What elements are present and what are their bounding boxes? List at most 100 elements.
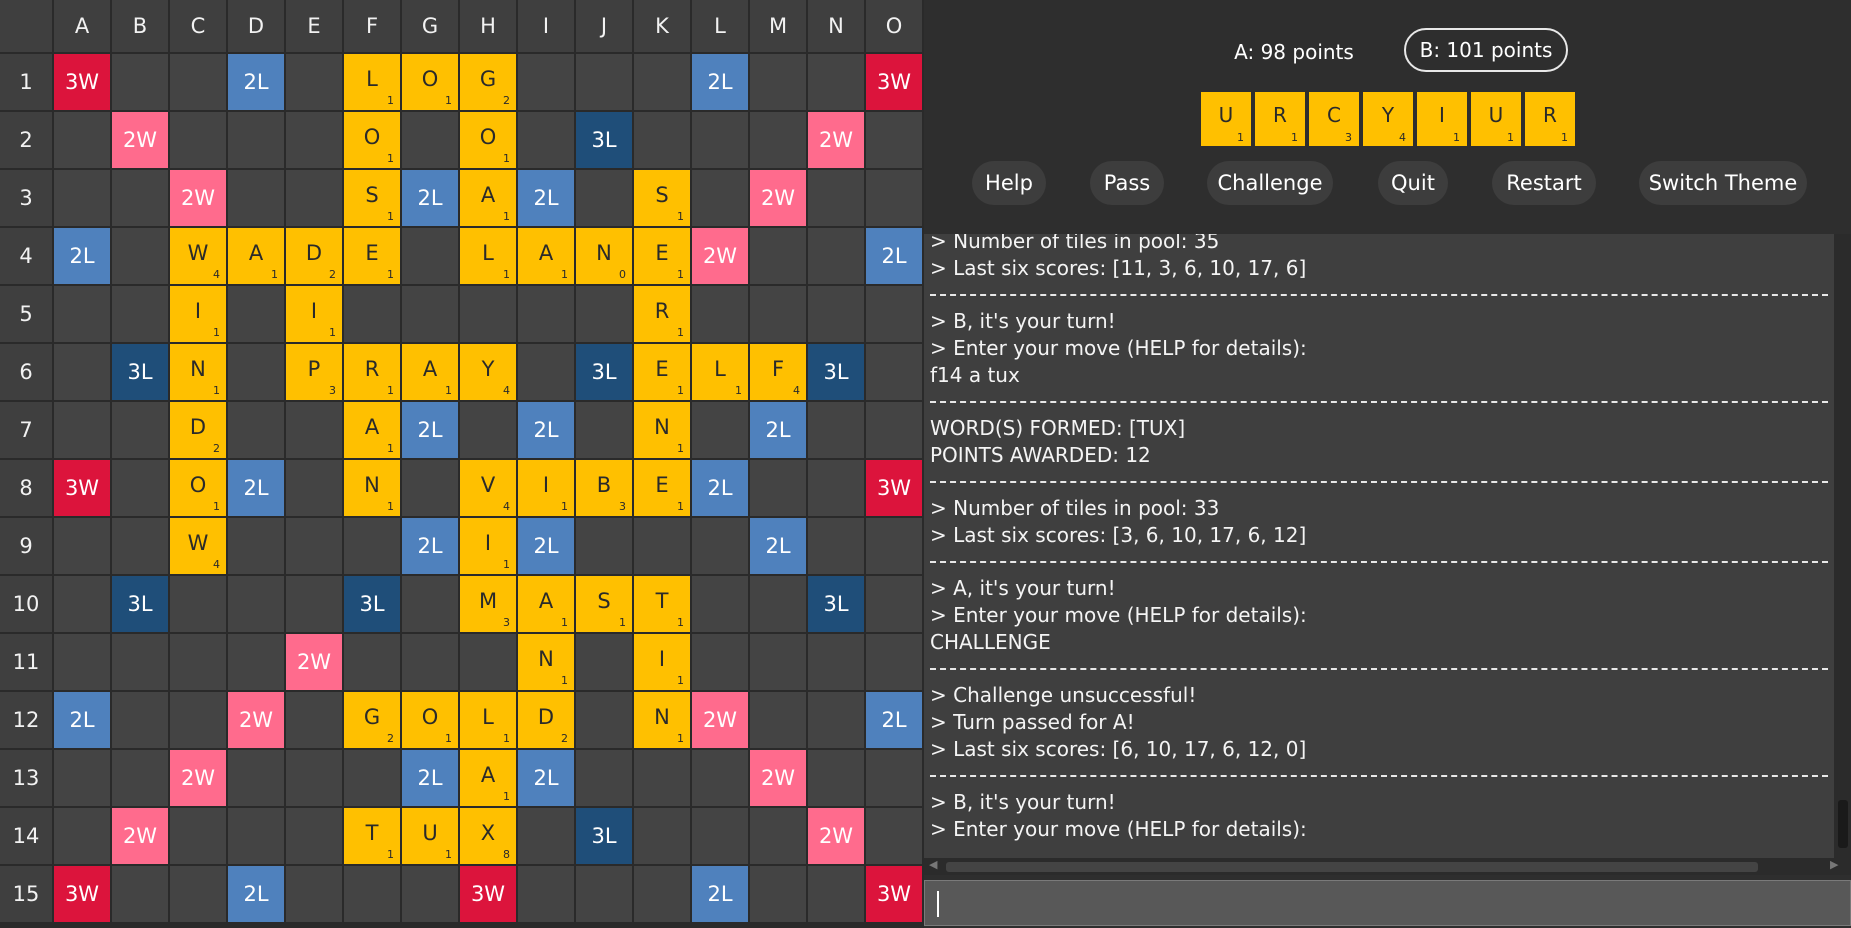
letter-tile[interactable]: L1 (344, 54, 400, 110)
premium-square-2l[interactable]: 2L (518, 518, 574, 574)
board-square[interactable] (54, 286, 110, 342)
rack-tile[interactable]: U1 (1471, 92, 1521, 146)
board-square[interactable] (286, 170, 342, 226)
letter-tile[interactable]: V4 (460, 460, 516, 516)
letter-tile[interactable]: M3 (460, 576, 516, 632)
board-square[interactable] (808, 54, 864, 110)
letter-tile[interactable]: G2 (460, 54, 516, 110)
premium-square-2w[interactable]: 2W (112, 112, 168, 168)
premium-square-2w[interactable]: 2W (170, 170, 226, 226)
premium-square-3l[interactable]: 3L (112, 344, 168, 400)
letter-tile[interactable]: T1 (344, 808, 400, 864)
letter-tile[interactable]: E1 (634, 228, 690, 284)
letter-tile[interactable]: I1 (518, 460, 574, 516)
help-button[interactable]: Help (972, 161, 1046, 205)
premium-square-2w[interactable]: 2W (808, 808, 864, 864)
vertical-scrollbar[interactable] (1834, 234, 1851, 858)
premium-square-2l[interactable]: 2L (692, 460, 748, 516)
premium-square-3l[interactable]: 3L (576, 344, 632, 400)
board-square[interactable] (866, 286, 922, 342)
board-square[interactable] (808, 866, 864, 922)
letter-tile[interactable]: D2 (170, 402, 226, 458)
premium-square-2w[interactable]: 2W (808, 112, 864, 168)
premium-square-2w[interactable]: 2W (750, 750, 806, 806)
letter-tile[interactable]: I1 (460, 518, 516, 574)
premium-square-2w[interactable]: 2W (228, 692, 284, 748)
letter-tile[interactable]: B3 (576, 460, 632, 516)
board-square[interactable] (344, 634, 400, 690)
board-square[interactable] (808, 402, 864, 458)
board-square[interactable] (228, 518, 284, 574)
letter-tile[interactable]: P3 (286, 344, 342, 400)
board-square[interactable] (228, 402, 284, 458)
board-square[interactable] (402, 634, 458, 690)
letter-tile[interactable]: T1 (634, 576, 690, 632)
board-square[interactable] (286, 692, 342, 748)
premium-square-2l[interactable]: 2L (402, 518, 458, 574)
letter-tile[interactable]: A1 (228, 228, 284, 284)
premium-square-2l[interactable]: 2L (518, 402, 574, 458)
premium-square-2l[interactable]: 2L (402, 170, 458, 226)
board-square[interactable] (634, 54, 690, 110)
board-square[interactable] (54, 344, 110, 400)
letter-tile[interactable]: A1 (460, 750, 516, 806)
board-square[interactable] (692, 286, 748, 342)
board-square[interactable] (54, 808, 110, 864)
board-square[interactable] (692, 518, 748, 574)
board-square[interactable] (518, 344, 574, 400)
board-square[interactable] (750, 576, 806, 632)
board-square[interactable] (170, 112, 226, 168)
board-square[interactable] (112, 54, 168, 110)
board-square[interactable] (808, 692, 864, 748)
board-square[interactable] (750, 54, 806, 110)
horizontal-scroll-thumb[interactable] (946, 862, 1758, 872)
rack-tile[interactable]: R1 (1525, 92, 1575, 146)
premium-square-2w[interactable]: 2W (286, 634, 342, 690)
board-square[interactable] (228, 634, 284, 690)
board-square[interactable] (286, 750, 342, 806)
challenge-button[interactable]: Challenge (1207, 161, 1333, 205)
board-square[interactable] (808, 286, 864, 342)
letter-tile[interactable]: W4 (170, 518, 226, 574)
board-square[interactable] (112, 170, 168, 226)
board-square[interactable] (170, 692, 226, 748)
board-square[interactable] (692, 808, 748, 864)
board-square[interactable] (286, 112, 342, 168)
board-square[interactable] (112, 228, 168, 284)
board-square[interactable] (576, 170, 632, 226)
premium-square-2l[interactable]: 2L (228, 54, 284, 110)
premium-square-2l[interactable]: 2L (866, 228, 922, 284)
premium-square-2w[interactable]: 2W (692, 228, 748, 284)
rack-tile[interactable]: I1 (1417, 92, 1467, 146)
board-square[interactable] (344, 750, 400, 806)
board-square[interactable] (286, 460, 342, 516)
board-square[interactable] (286, 402, 342, 458)
board-square[interactable] (808, 228, 864, 284)
letter-tile[interactable]: N1 (634, 402, 690, 458)
premium-square-3l[interactable]: 3L (808, 344, 864, 400)
switch-theme-button[interactable]: Switch Theme (1639, 161, 1807, 205)
board-square[interactable] (692, 634, 748, 690)
quit-button[interactable]: Quit (1378, 161, 1448, 205)
board-square[interactable] (692, 402, 748, 458)
letter-tile[interactable]: N1 (518, 634, 574, 690)
board-square[interactable] (112, 866, 168, 922)
premium-square-2l[interactable]: 2L (228, 866, 284, 922)
premium-square-3l[interactable]: 3L (344, 576, 400, 632)
letter-tile[interactable]: R1 (344, 344, 400, 400)
premium-square-2w[interactable]: 2W (112, 808, 168, 864)
premium-square-2w[interactable]: 2W (170, 750, 226, 806)
premium-square-2l[interactable]: 2L (54, 692, 110, 748)
premium-square-3l[interactable]: 3L (808, 576, 864, 632)
horizontal-scrollbar[interactable]: ◀ ▶ (924, 858, 1851, 875)
board-square[interactable] (112, 402, 168, 458)
letter-tile[interactable]: N1 (634, 692, 690, 748)
board-square[interactable] (808, 750, 864, 806)
letter-tile[interactable]: L1 (460, 692, 516, 748)
premium-square-2l[interactable]: 2L (228, 460, 284, 516)
board-square[interactable] (54, 634, 110, 690)
board-square[interactable] (866, 750, 922, 806)
letter-tile[interactable]: E1 (634, 460, 690, 516)
letter-tile[interactable]: D2 (286, 228, 342, 284)
premium-square-3w[interactable]: 3W (54, 866, 110, 922)
